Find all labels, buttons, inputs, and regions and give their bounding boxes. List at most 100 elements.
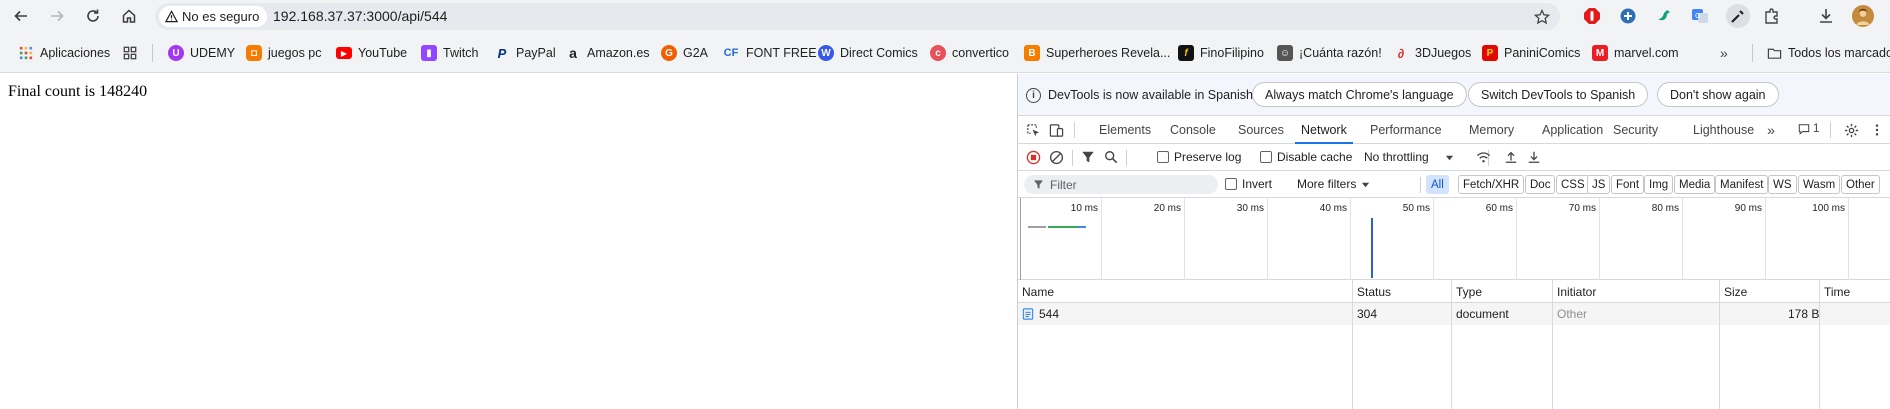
address-bar[interactable]: No es seguro 192.168.37.37:3000/api/544 (155, 3, 1560, 30)
tab-grid-button[interactable] (122, 44, 138, 62)
search-icon[interactable] (1103, 149, 1119, 165)
translate-extension-icon[interactable]: G (1690, 6, 1710, 26)
invert-checkbox[interactable]: Invert (1225, 177, 1272, 191)
bookmark-paypal[interactable]: P PayPal (494, 44, 556, 62)
bookmark-all-bookmarks[interactable]: Todos los marcadores (1766, 44, 1890, 62)
type-filter-js[interactable]: JS (1587, 175, 1611, 194)
more-filters-dropdown[interactable]: More filters (1297, 177, 1370, 191)
bookmark-label: PaniniComics (1504, 46, 1581, 60)
column-header-type[interactable]: Type (1456, 285, 1482, 299)
bookmark-juegos-pc[interactable]: ◘ juegos pc (246, 44, 322, 62)
tab-network[interactable]: Network (1295, 116, 1353, 144)
column-header-status[interactable]: Status (1357, 285, 1391, 299)
eyedropper-extension-icon[interactable] (1726, 4, 1750, 28)
url-text[interactable]: 192.168.37.37:3000/api/544 (273, 8, 447, 24)
tab-lighthouse[interactable]: Lighthouse (1693, 116, 1754, 144)
bookmark-g2a[interactable]: G G2A (661, 44, 708, 62)
table-row[interactable]: 544 304 document Other 178 B (1018, 303, 1890, 325)
overview-tick-label: 100 ms (1812, 203, 1845, 214)
disable-cache-checkbox[interactable]: Disable cache (1260, 150, 1352, 164)
export-har-icon[interactable] (1526, 149, 1542, 165)
blogger-icon: B (1024, 45, 1040, 61)
console-messages-badge[interactable]: 1 (1798, 123, 1819, 135)
overview-tick (1765, 198, 1766, 280)
dont-show-again-button[interactable]: Don't show again (1657, 82, 1779, 107)
bookmark-superheroes[interactable]: B Superheroes Revela... (1024, 44, 1170, 62)
network-overview-timeline[interactable]: 10 ms 20 ms 30 ms 40 ms 50 ms 60 ms 70 m… (1018, 198, 1890, 280)
bookmark-3djuegos[interactable]: ∂ 3DJuegos (1393, 44, 1472, 62)
network-conditions-icon[interactable] (1475, 149, 1491, 165)
reload-button[interactable] (80, 3, 106, 29)
settings-gear-icon[interactable] (1843, 122, 1859, 138)
bookmark-amazon[interactable]: a Amazon.es (565, 44, 649, 62)
bookmark-finofilipino[interactable]: f FinoFilipino (1178, 44, 1264, 62)
type-filter-media[interactable]: Media (1674, 175, 1716, 194)
type-filter-manifest[interactable]: Manifest (1715, 175, 1769, 194)
column-header-time[interactable]: Time (1824, 285, 1850, 299)
record-stop-icon[interactable] (1025, 149, 1041, 165)
type-filter-css[interactable]: CSS (1556, 175, 1590, 194)
back-button[interactable] (8, 3, 34, 29)
tab-security[interactable]: Security (1613, 116, 1658, 144)
type-filter-wasm[interactable]: Wasm (1798, 175, 1841, 194)
bookmark-label: FinoFilipino (1200, 46, 1264, 60)
import-har-icon[interactable] (1503, 149, 1519, 165)
bookmark-direct-comics[interactable]: W Direct Comics (818, 44, 918, 62)
bookmark-udemy[interactable]: U UDEMY (168, 44, 235, 62)
tab-console[interactable]: Console (1170, 116, 1216, 144)
column-divider[interactable] (1819, 280, 1820, 409)
column-divider[interactable] (1352, 280, 1353, 409)
bookmarks-overflow-button[interactable]: » (1720, 44, 1728, 62)
bird-extension-icon[interactable] (1654, 6, 1674, 26)
filter-input[interactable]: Filter (1024, 175, 1218, 194)
adblock-extension-icon[interactable] (1582, 6, 1602, 26)
overview-tick (1350, 198, 1351, 280)
tab-sources[interactable]: Sources (1238, 116, 1284, 144)
bookmark-cuanta-razon[interactable]: ☺ ¡Cuánta razón! (1277, 44, 1382, 62)
security-chip[interactable]: No es seguro (159, 6, 268, 27)
more-tabs-icon[interactable]: » (1763, 122, 1779, 138)
overview-tick (1267, 198, 1268, 280)
column-divider[interactable] (1552, 280, 1553, 409)
type-filter-ws[interactable]: WS (1768, 175, 1797, 194)
tab-memory[interactable]: Memory (1469, 116, 1514, 144)
column-header-initiator[interactable]: Initiator (1557, 285, 1596, 299)
vpn-extension-icon[interactable] (1618, 6, 1638, 26)
tab-elements[interactable]: Elements (1099, 116, 1151, 144)
column-divider[interactable] (1451, 280, 1452, 409)
overview-tick-label: 90 ms (1734, 203, 1762, 214)
type-filter-fetch-xhr[interactable]: Fetch/XHR (1458, 175, 1525, 194)
download-icon[interactable] (1816, 6, 1836, 26)
column-header-name[interactable]: Name (1022, 285, 1054, 299)
throttling-select[interactable]: No throttling (1364, 150, 1454, 164)
puzzle-extensions-icon[interactable] (1762, 6, 1782, 26)
type-filter-other[interactable]: Other (1841, 175, 1880, 194)
inspect-element-icon[interactable] (1025, 122, 1041, 138)
bookmark-panini[interactable]: P PaniniComics (1482, 44, 1580, 62)
bookmark-aplicaciones[interactable]: Aplicaciones (18, 44, 110, 62)
filter-funnel-icon[interactable] (1080, 149, 1096, 165)
home-button[interactable] (116, 3, 142, 29)
bookmark-marvel[interactable]: M marvel.com (1592, 44, 1679, 62)
bookmark-star-button[interactable] (1532, 7, 1552, 27)
type-filter-img[interactable]: Img (1644, 175, 1674, 194)
bookmark-convertico[interactable]: c convertico (930, 44, 1009, 62)
always-match-language-button[interactable]: Always match Chrome's language (1252, 82, 1467, 107)
tab-application[interactable]: Application (1542, 116, 1603, 144)
more-options-vertical-icon[interactable] (1869, 122, 1885, 138)
tab-performance[interactable]: Performance (1370, 116, 1442, 144)
profile-avatar[interactable] (1852, 5, 1874, 27)
bookmark-font-free[interactable]: CF FONT FREE (722, 44, 817, 62)
device-toolbar-icon[interactable] (1048, 122, 1064, 138)
bookmark-twitch[interactable]: ▮ Twitch (421, 44, 478, 62)
clear-icon[interactable] (1048, 149, 1064, 165)
column-divider[interactable] (1719, 280, 1720, 409)
bookmark-youtube[interactable]: ▶ YouTube (336, 44, 407, 62)
forward-button[interactable] (44, 3, 70, 29)
preserve-log-checkbox[interactable]: Preserve log (1157, 150, 1241, 164)
type-filter-doc[interactable]: Doc (1525, 175, 1556, 194)
column-header-size[interactable]: Size (1724, 285, 1747, 299)
type-filter-font[interactable]: Font (1611, 175, 1645, 194)
type-filter-all[interactable]: All (1426, 175, 1449, 194)
switch-to-spanish-button[interactable]: Switch DevTools to Spanish (1468, 82, 1649, 107)
